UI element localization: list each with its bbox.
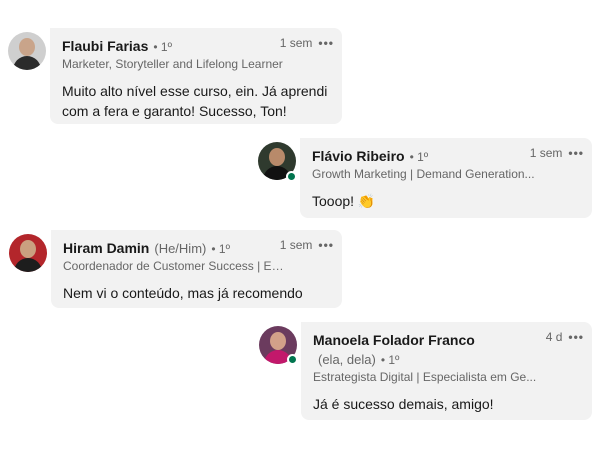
author-name[interactable]: Hiram Damin xyxy=(63,240,149,256)
online-status-icon xyxy=(287,354,298,365)
connection-degree: • 1º xyxy=(211,242,230,256)
author-headline: Estrategista Digital | Especialista em G… xyxy=(313,370,537,384)
comment-meta: 1 sem ••• xyxy=(530,146,584,160)
comment-bubble: Flávio Ribeiro • 1º Growth Marketing | D… xyxy=(300,138,592,218)
more-options-icon[interactable]: ••• xyxy=(318,36,334,50)
author-pronouns: (He/Him) xyxy=(154,241,207,256)
author-line: Manoela Folador Franco xyxy=(313,332,580,348)
online-status-icon xyxy=(286,171,297,182)
comment-meta: 4 d ••• xyxy=(546,330,584,344)
author-headline: Growth Marketing | Demand Generation... xyxy=(312,167,535,181)
author-headline: Coordenador de Customer Success | Es... xyxy=(63,259,285,273)
author-name[interactable]: Flaubi Farias xyxy=(62,38,148,54)
avatar-head xyxy=(20,240,36,258)
comment-bubble: Flaubi Farias • 1º Marketer, Storyteller… xyxy=(50,28,342,124)
avatar-head xyxy=(270,332,286,350)
comment-flavio-ribeiro: Flávio Ribeiro • 1º Growth Marketing | D… xyxy=(0,130,600,220)
comment-text: Tooop! 👏 xyxy=(312,193,376,209)
timestamp: 4 d xyxy=(545,330,563,344)
author-name[interactable]: Flávio Ribeiro xyxy=(312,148,405,164)
avatar-body xyxy=(14,258,42,272)
more-options-icon[interactable]: ••• xyxy=(568,330,584,344)
connection-degree: • 1º xyxy=(409,150,429,164)
more-options-icon[interactable]: ••• xyxy=(568,146,584,160)
author-pronouns: (ela, dela) xyxy=(318,352,376,367)
avatar-body xyxy=(13,56,41,70)
author-headline: Marketer, Storyteller and Lifelong Learn… xyxy=(62,57,283,71)
author-line-2: (ela, dela) • 1º xyxy=(313,352,580,367)
comment-text: Já é sucesso demais, amigo! xyxy=(313,396,494,412)
avatar[interactable] xyxy=(8,32,46,70)
timestamp: 1 sem xyxy=(529,146,563,160)
timestamp: 1 sem xyxy=(279,36,313,50)
comment-text: Muito alto nível esse curso, ein. Já apr… xyxy=(62,83,328,119)
comment-hiram-damin: Hiram Damin (He/Him) • 1º Coordenador de… xyxy=(0,220,600,315)
timestamp: 1 sem xyxy=(279,238,313,252)
author-name[interactable]: Manoela Folador Franco xyxy=(313,332,475,348)
comment-manoela-folador-franco: Manoela Folador Franco (ela, dela) • 1º … xyxy=(0,315,600,450)
avatar-head xyxy=(269,148,285,166)
comment-meta: 1 sem ••• xyxy=(280,238,334,252)
more-options-icon[interactable]: ••• xyxy=(318,238,334,252)
comment-flaubi-farias: Flaubi Farias • 1º Marketer, Storyteller… xyxy=(0,0,600,130)
comment-bubble: Hiram Damin (He/Him) • 1º Coordenador de… xyxy=(51,230,342,308)
avatar-head xyxy=(19,38,35,56)
avatar[interactable] xyxy=(9,234,47,272)
connection-degree: • 1º xyxy=(153,40,172,54)
comment-text: Nem vi o conteúdo, mas já recomendo xyxy=(63,285,303,301)
comment-meta: 1 sem ••• xyxy=(280,36,334,50)
connection-degree: • 1º xyxy=(380,353,400,367)
comment-bubble: Manoela Folador Franco (ela, dela) • 1º … xyxy=(301,322,592,420)
